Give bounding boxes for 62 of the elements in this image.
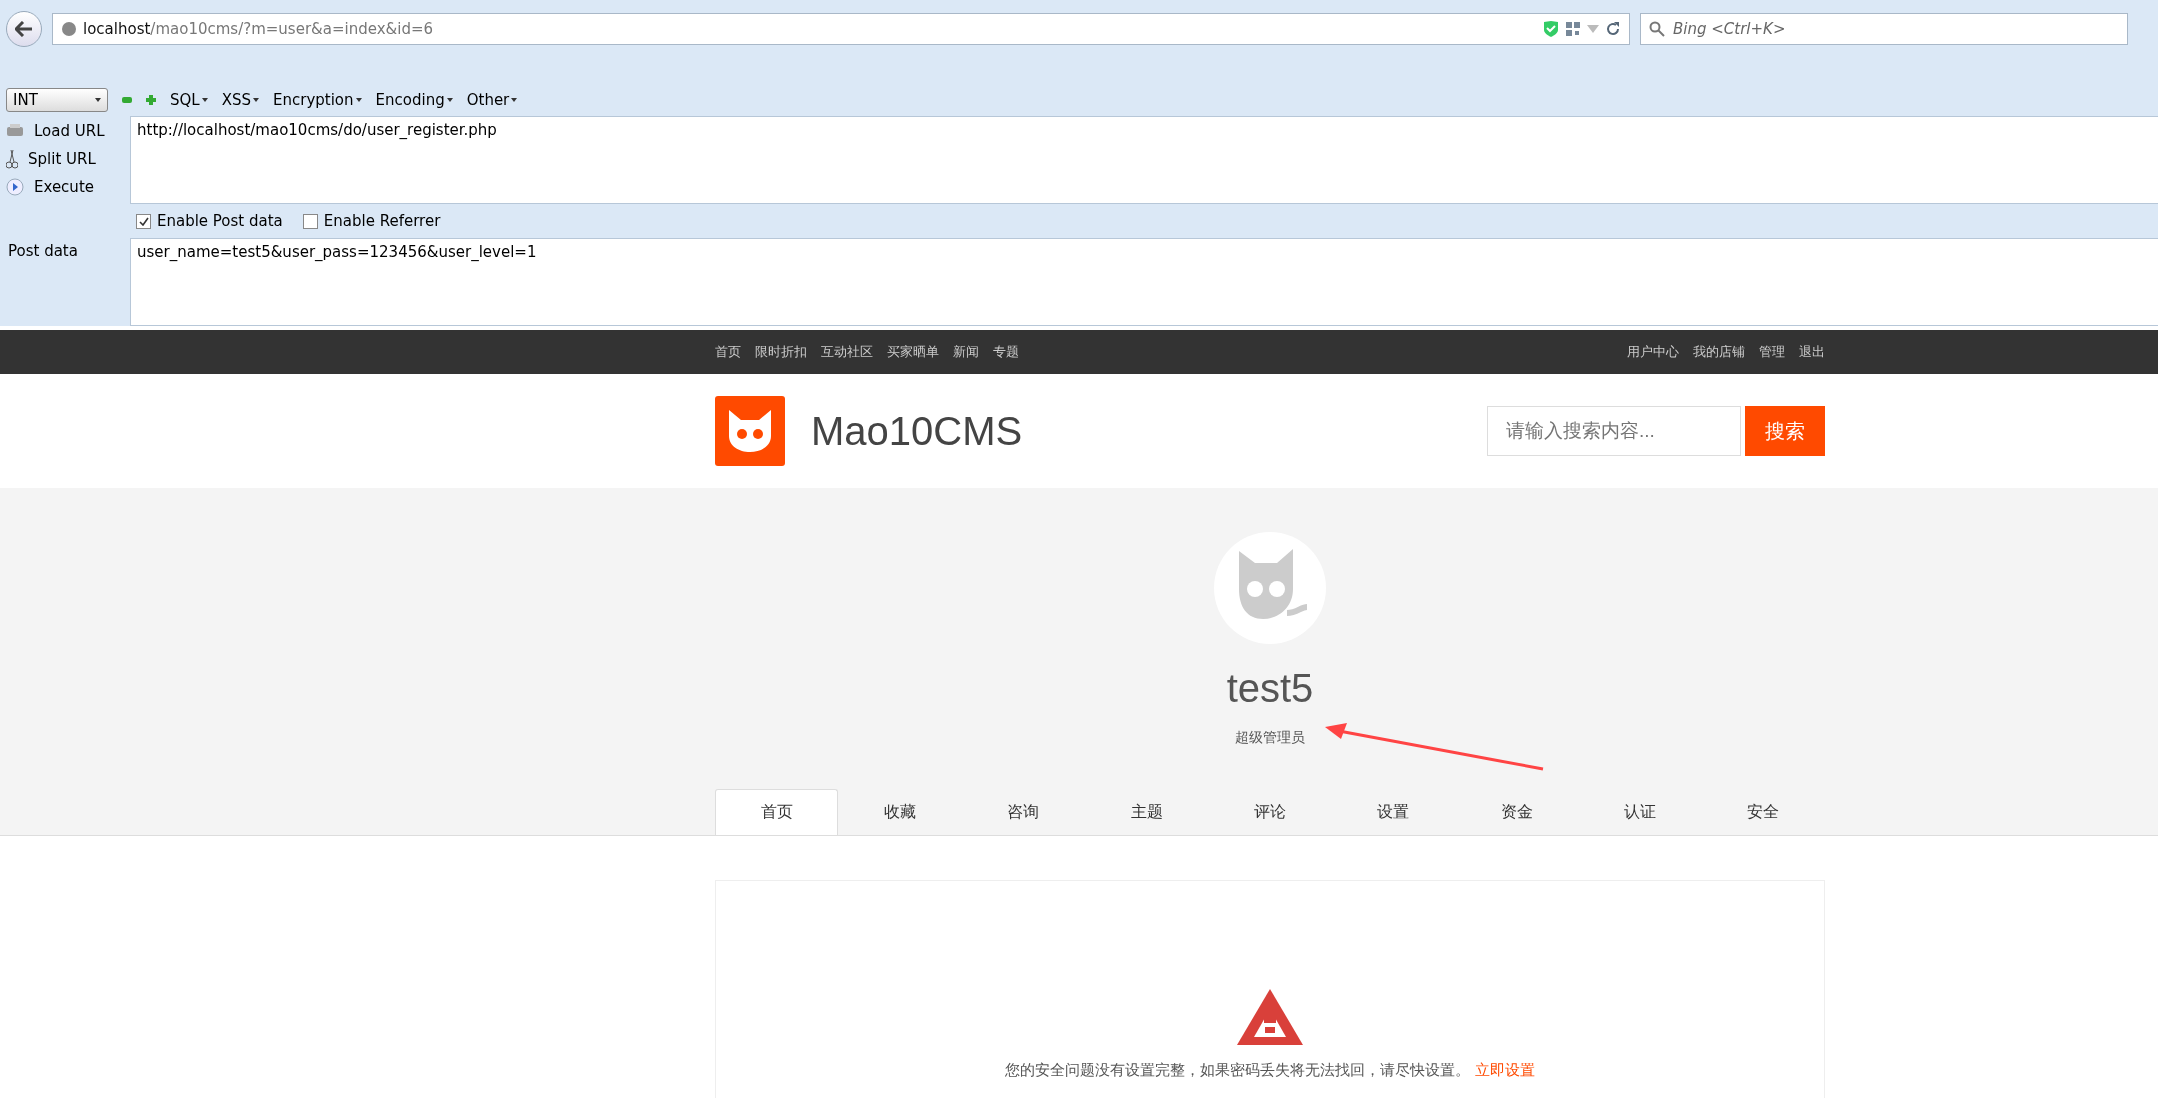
profile-tab[interactable]: 咨询: [961, 789, 1085, 835]
post-data-label: Post data: [7, 241, 79, 262]
nav-link[interactable]: 专题: [993, 343, 1019, 361]
caret-icon: [446, 98, 453, 102]
hackbar-menu[interactable]: SQL: [170, 91, 208, 109]
hackbar-menu[interactable]: Other: [466, 91, 518, 109]
profile-tab[interactable]: 安全: [1701, 789, 1825, 835]
plus-icon: [146, 95, 156, 105]
profile-tab[interactable]: 评论: [1208, 789, 1332, 835]
security-notice: 您的安全问题没有设置完整，如果密码丢失将无法找回，请尽快设置。 立即设置: [1005, 1061, 1535, 1080]
profile-tab[interactable]: 主题: [1085, 789, 1209, 835]
checkmark-icon: [138, 216, 149, 226]
search-icon: [1649, 21, 1665, 37]
scissors-icon: [6, 149, 18, 169]
site-title: Mao10CMS: [811, 408, 1023, 454]
printer-icon: [6, 123, 24, 139]
nav-link[interactable]: 新闻: [953, 343, 979, 361]
nav-link[interactable]: 互动社区: [821, 343, 873, 361]
hackbar-menu[interactable]: Encoding: [375, 91, 453, 109]
warning-icon: [1235, 987, 1305, 1047]
hackbar-action-button[interactable]: Load URL: [6, 120, 124, 142]
hackbar-action-button[interactable]: Split URL: [6, 148, 124, 170]
reload-icon: [1605, 21, 1621, 37]
profile-tab[interactable]: 首页: [715, 789, 839, 835]
user-name: test5: [1226, 666, 1314, 711]
site-search-field[interactable]: 请输入搜索内容...: [1487, 406, 1741, 456]
hackbar-action-button[interactable]: Execute: [6, 176, 124, 198]
nav-link[interactable]: 退出: [1799, 343, 1825, 361]
profile-tab[interactable]: 设置: [1331, 789, 1455, 835]
url-text: localhost/mao10cms/?m=user&a=index&id=6: [83, 20, 434, 38]
profile-tab[interactable]: 认证: [1578, 789, 1702, 835]
search-field[interactable]: Bing <Ctrl+K>: [1640, 13, 2128, 45]
post-data-textarea[interactable]: user_name=test5&user_pass=123456&user_level=1: [130, 238, 2158, 326]
caret-icon: [95, 98, 101, 102]
url-textarea[interactable]: http://localhost/mao10cms/do/user_register.php: [130, 116, 2158, 204]
user-role: 超级管理员: [1235, 729, 1305, 747]
caret-icon: [201, 98, 208, 102]
nav-link[interactable]: 管理: [1759, 343, 1785, 361]
hackbar-menu[interactable]: XSS: [221, 91, 259, 109]
type-select[interactable]: INT: [6, 88, 108, 112]
option-checkbox[interactable]: Enable Referrer: [302, 212, 441, 230]
caret-icon: [253, 98, 259, 102]
caret-icon: [355, 98, 362, 102]
nav-link[interactable]: 用户中心: [1627, 343, 1679, 361]
caret-icon: [511, 98, 518, 102]
back-button[interactable]: [6, 11, 42, 47]
play-icon: [6, 178, 24, 196]
address-field[interactable]: localhost/mao10cms/?m=user&a=index&id=6: [52, 13, 1630, 45]
shield-check-icon: [1543, 20, 1559, 38]
qr-code-icon: [1565, 21, 1581, 37]
dropdown-icon: [1587, 25, 1599, 33]
back-arrow-icon: [15, 21, 33, 37]
profile-tab[interactable]: 资金: [1454, 789, 1579, 835]
nav-link[interactable]: 限时折扣: [755, 343, 807, 361]
option-checkbox[interactable]: Enable Post data: [136, 212, 283, 230]
nav-link[interactable]: 首页: [715, 343, 741, 361]
minus-icon: [122, 97, 132, 103]
nav-link[interactable]: 我的店铺: [1693, 343, 1745, 361]
profile-tab[interactable]: 收藏: [838, 789, 962, 835]
nav-link[interactable]: 买家晒单: [887, 343, 939, 361]
hackbar-menu[interactable]: Encryption: [273, 91, 362, 109]
cat-logo-icon: [715, 396, 785, 466]
